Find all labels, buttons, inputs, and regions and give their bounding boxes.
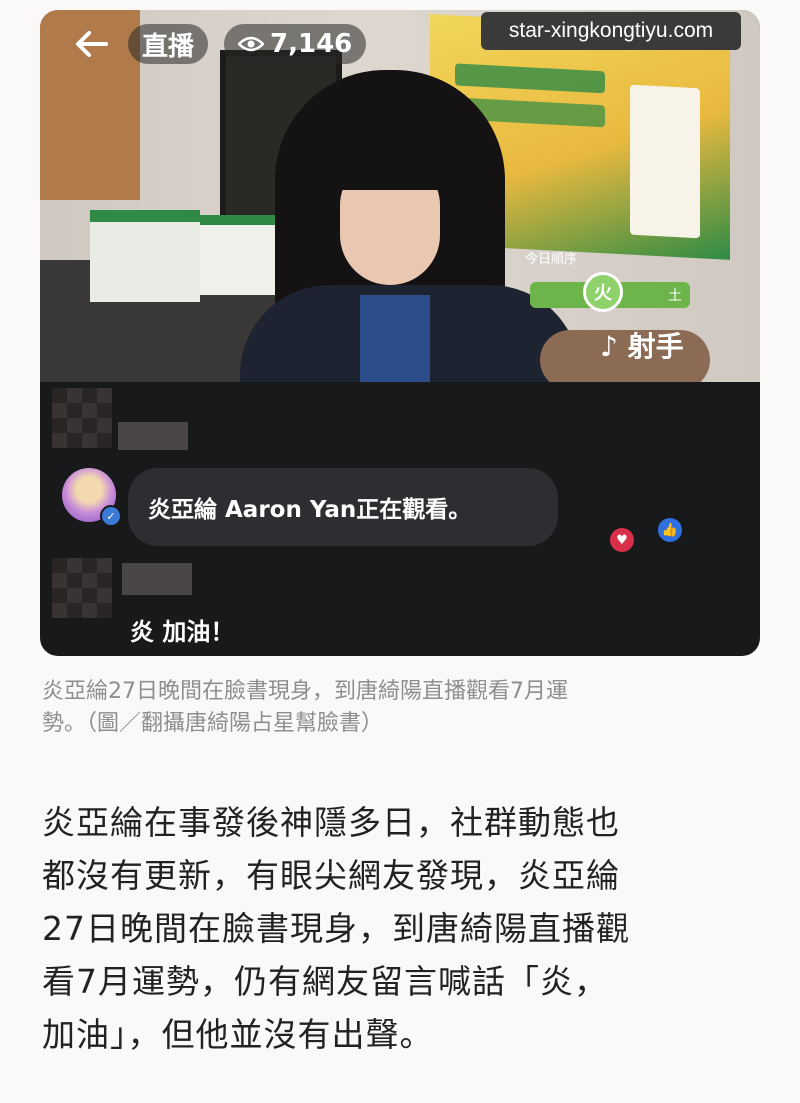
article-line: 看7月運勢，仍有網友留言喊話「炎， bbox=[42, 962, 608, 1001]
earth-label: 土 bbox=[668, 288, 682, 304]
image-caption: 炎亞綸27日晚間在臉書現身，到唐綺陽直播觀看7月運 勢。（圖／翻攝唐綺陽占星幫臉… bbox=[42, 676, 762, 740]
join-notice-bubble: 炎亞綸 Aaron Yan正在觀看。 bbox=[128, 468, 558, 546]
viewer-count: 7,146 bbox=[270, 29, 353, 59]
caption-line: 炎亞綸27日晚間在臉書現身，到唐綺陽直播觀看7月運 bbox=[42, 679, 568, 704]
banner-stripe bbox=[455, 63, 605, 94]
article-line: 加油」，但他並沒有出聲。 bbox=[42, 1015, 434, 1054]
back-button[interactable] bbox=[70, 24, 112, 64]
heart-reaction-icon: ♥ bbox=[610, 528, 634, 552]
product-box bbox=[200, 215, 280, 295]
blurred-avatar bbox=[52, 388, 112, 448]
eye-icon bbox=[238, 36, 265, 52]
caption-line: 勢。（圖／翻攝唐綺陽占星幫臉書） bbox=[42, 711, 384, 736]
element-badge: 火 bbox=[583, 272, 623, 312]
host-shirt bbox=[360, 295, 430, 382]
watermark: star-xingkongtiyu.com bbox=[481, 12, 741, 50]
viewer-count-badge: 7,146 bbox=[224, 24, 367, 64]
live-top-bar: 直播 7,146 bbox=[70, 24, 367, 64]
comment-text: 炎 加油！ bbox=[130, 618, 235, 646]
back-arrow-icon bbox=[76, 31, 108, 57]
schedule-label: 今日順序 bbox=[525, 252, 578, 267]
article-body: 炎亞綸在事發後神隱多日，社群動態也 都沒有更新，有眼尖網友發現，炎亞綸 27日晚… bbox=[42, 796, 762, 1061]
live-video-card: 今日順序 火 土 ♪ 射手 直播 7,146 ✓ 炎亞綸 Aaron Yan正在… bbox=[40, 10, 760, 656]
live-badge: 直播 bbox=[128, 24, 209, 64]
like-reaction-icon: 👍 bbox=[658, 518, 682, 542]
live-video-frame[interactable]: 今日順序 火 土 ♪ 射手 直播 7,146 bbox=[40, 10, 760, 382]
article-line: 都沒有更新，有眼尖網友發現，炎亞綸 bbox=[42, 856, 620, 895]
verified-icon: ✓ bbox=[100, 505, 122, 527]
zodiac-sign-label: ♪ 射手 bbox=[600, 330, 684, 363]
schedule-bar: 火 土 bbox=[530, 272, 690, 312]
article-line: 27日晚間在臉書現身，到唐綺陽直播觀 bbox=[42, 909, 630, 948]
blurred-username bbox=[118, 422, 188, 450]
blurred-username bbox=[122, 563, 192, 595]
product-box bbox=[90, 210, 200, 302]
blurred-avatar bbox=[52, 558, 112, 618]
banner-product bbox=[630, 84, 700, 239]
article-line: 炎亞綸在事發後神隱多日，社群動態也 bbox=[42, 803, 620, 842]
